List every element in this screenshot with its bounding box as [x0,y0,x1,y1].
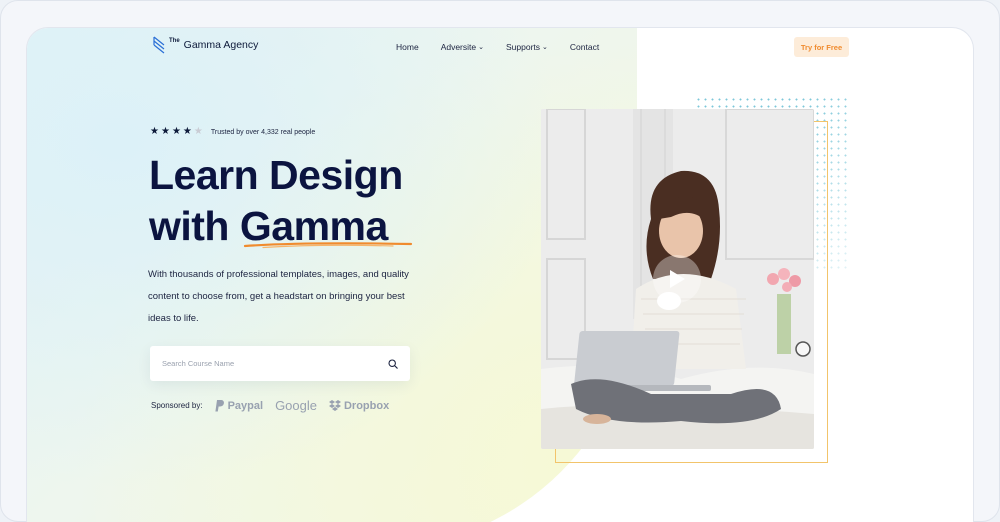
star-icon: ★ [182,126,192,137]
paypal-icon [214,399,224,411]
search-input[interactable]: Search Course Name [162,359,388,368]
star-icon: ★ [150,126,159,137]
dropbox-icon [328,400,341,411]
sponsors-row: Sponsored by: Paypal Google Dropbox [151,398,389,413]
nav-contact-label: Contact [569,42,600,52]
try-for-free-button[interactable]: Try for Free [794,37,849,57]
star-icon: ★ [160,126,170,137]
star-icon: ★ [171,126,181,137]
browser-screen: The Gamma Agency Home Adversite ⌄ Suppor… [26,27,974,522]
brand-prefix: The [169,38,180,44]
play-video-button[interactable] [653,255,701,303]
sponsor-google: Google [275,398,317,413]
nav-contact[interactable]: Contact [570,42,599,52]
sponsor-paypal-label: Paypal [227,399,264,412]
nav-home-label: Home [396,42,419,52]
hero-photo [541,109,814,449]
chevron-down-icon: ⌄ [542,44,548,51]
main-nav: Home Adversite ⌄ Supports ⌄ Contact [396,42,621,52]
brand-logo[interactable]: The Gamma Agency [153,36,258,54]
sponsor-google-label: Google [275,398,317,413]
sponsored-label: Sponsored by: [151,401,203,410]
brush-underline [243,242,413,249]
hero-headline: Learn Design with Gamma [149,150,403,252]
hero-description: With thousands of professional templates… [148,269,409,324]
brand-name: Gamma Agency [183,39,259,51]
trusted-text: Trusted by over 4,332 real people [210,128,316,136]
sponsor-paypal: Paypal [214,399,264,412]
chevron-down-icon: ⌄ [478,44,484,51]
logo-stripes-icon [153,36,165,54]
rating: ★ ★ ★ ★ ★ Trusted by over 4,332 real peo… [150,127,315,137]
nav-supports[interactable]: Supports ⌄ [506,42,548,52]
course-search[interactable]: Search Course Name [150,346,410,381]
nav-adversite-label: Adversite [440,42,477,52]
headline-line-1: Learn Design [149,152,403,198]
play-icon [670,270,685,288]
nav-adversite[interactable]: Adversite ⌄ [441,42,484,52]
nav-home[interactable]: Home [396,42,419,52]
star-empty-icon: ★ [193,126,203,137]
sponsor-dropbox-label: Dropbox [343,399,390,412]
nav-supports-label: Supports [506,42,541,52]
sponsor-dropbox: Dropbox [328,399,390,412]
search-icon[interactable] [388,358,398,369]
